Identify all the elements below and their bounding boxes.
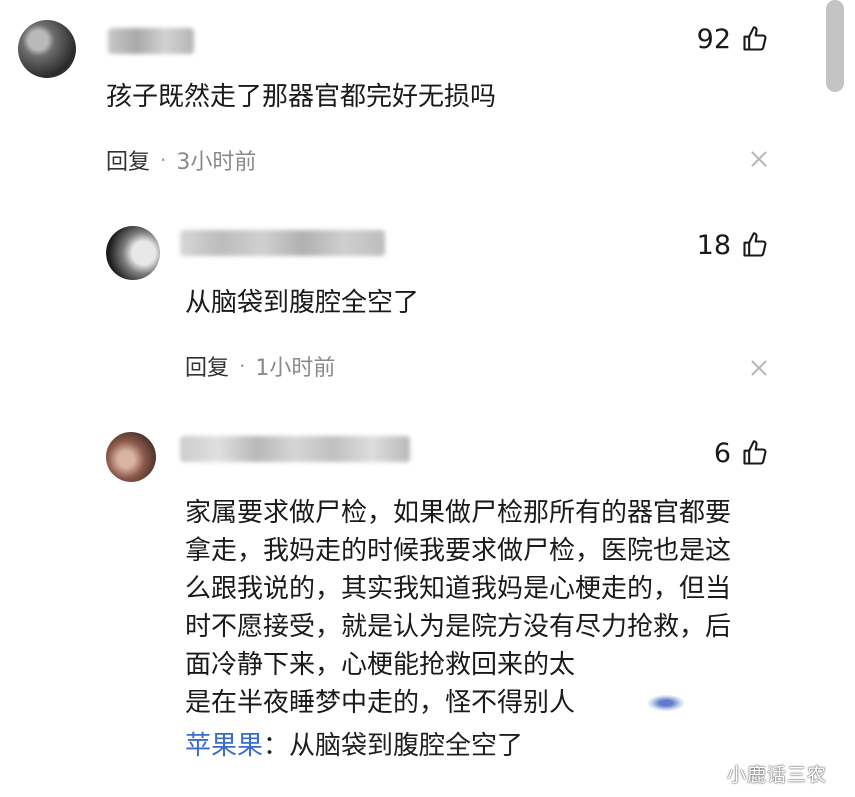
quoted-text: ：从脑袋到腹腔全空了 [263, 731, 524, 761]
quoted-reply: 苹果果：从脑袋到腹腔全空了 [185, 727, 523, 765]
username-blurred[interactable] [180, 230, 385, 256]
avatar[interactable] [18, 20, 76, 78]
close-icon[interactable] [750, 150, 768, 168]
separator-dot: · [239, 354, 246, 378]
quoted-author-link[interactable]: 苹果果 [185, 731, 263, 761]
thumbs-up-icon [743, 26, 767, 51]
like-button[interactable]: 18 [697, 228, 769, 262]
like-count: 18 [696, 229, 731, 261]
like-count: 92 [696, 23, 731, 55]
comment-line: 拿走，我妈走的时候我要求做尸检，医院也是这 [185, 536, 732, 566]
timestamp: 3小时前 [176, 150, 257, 175]
comment-line: 么跟我说的，其实我知道我妈是心梗走的，但当 [185, 574, 732, 604]
comment-text: 从脑袋到腹腔全空了 [185, 288, 420, 318]
like-button[interactable]: 6 [714, 436, 769, 470]
reply-button[interactable]: 回复 [106, 144, 150, 176]
avatar[interactable] [106, 432, 156, 482]
username-blurred[interactable] [108, 28, 194, 54]
username-blurred[interactable] [180, 436, 410, 462]
thumbs-up-icon [743, 440, 767, 465]
avatar[interactable] [106, 226, 160, 280]
timestamp: 1小时前 [255, 356, 336, 381]
eye-icon [648, 695, 684, 711]
close-icon[interactable] [750, 359, 768, 377]
like-count: 6 [713, 437, 731, 469]
comment-meta: 回复 · 1小时前 [185, 350, 335, 382]
like-button[interactable]: 92 [697, 22, 769, 56]
watermark: 小鹿话三农 [727, 764, 828, 786]
comment-line: 时不愿接受，就是认为是院方没有尽力抢救，后 [185, 612, 732, 642]
separator-dot: · [160, 148, 167, 172]
thumbs-up-icon [743, 232, 767, 257]
reply-button[interactable]: 回复 [185, 350, 229, 382]
overlay-fade [595, 645, 715, 735]
comment-meta: 回复 · 3小时前 [106, 144, 256, 176]
comment-text: 孩子既然走了那器官都完好无损吗 [106, 82, 497, 112]
comment-line: 家属要求做尸检，如果做尸检那所有的器官都要 [185, 498, 732, 528]
scrollbar[interactable] [826, 0, 844, 92]
